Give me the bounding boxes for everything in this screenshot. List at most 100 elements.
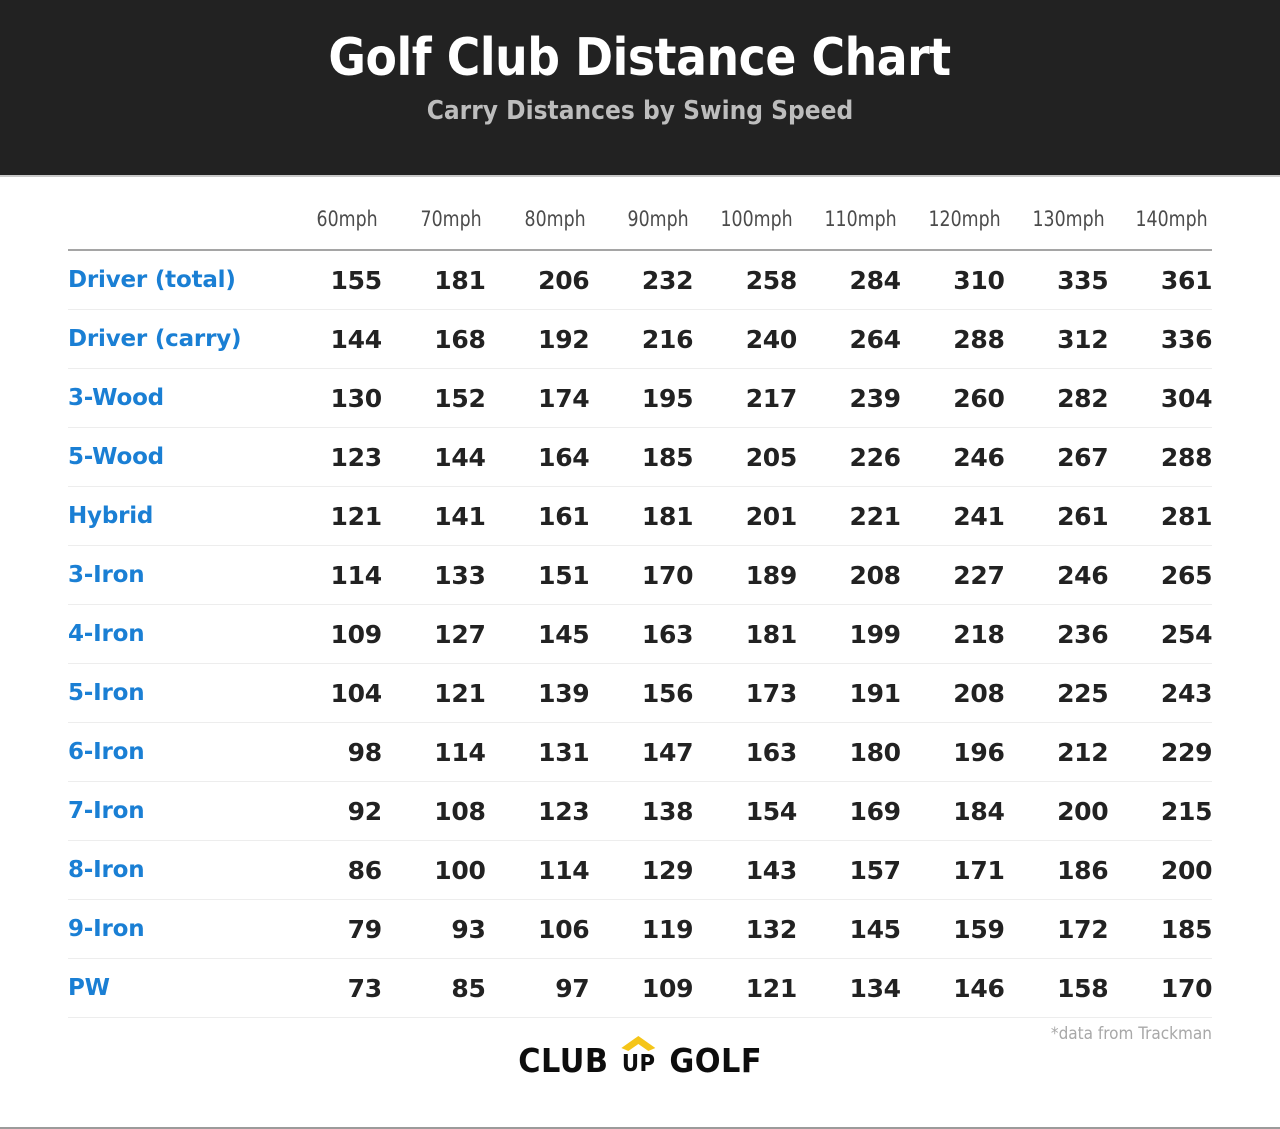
column-header-speed: 110mph [801,177,897,251]
distance-value-cell: 205 [693,427,797,487]
distance-value-cell: 264 [796,309,901,369]
distance-value-cell: 161 [485,486,590,546]
distance-value-cell: 184 [900,781,1005,841]
distance-value-cell: 281 [1108,486,1212,546]
distance-value-cell: 212 [1004,722,1109,782]
distance-value-cell: 216 [589,309,693,369]
page-subtitle: Carry Distances by Swing Speed [426,96,854,127]
distance-value-cell: 199 [796,604,901,664]
club-name-cell: 8-Iron [68,840,278,900]
club-up-golf-logo[interactable]: CLUB UP GOLF [514,1036,765,1077]
data-source-note: *data from Trackman [1050,1024,1212,1044]
distance-value-cell: 163 [589,604,693,664]
page-title: Golf Club Distance Chart [328,28,952,88]
distance-value-cell: 241 [900,486,1005,546]
distance-value-cell: 218 [900,604,1005,664]
column-header-speed: 60mph [282,177,378,251]
chart-footer: *data from Trackman CLUB UP GOLF [68,1018,1212,1113]
distance-value-cell: 106 [485,899,590,959]
distance-value-cell: 114 [278,545,382,605]
distance-value-cell: 236 [1004,604,1109,664]
distance-value-cell: 229 [1108,722,1212,782]
distance-value-cell: 195 [589,368,693,428]
distance-value-cell: 168 [381,309,486,369]
distance-value-cell: 123 [485,781,590,841]
table-header-row: 60mph 70mph 80mph 90mph 100mph 110mph 120mph 13… [68,177,1212,251]
distance-value-cell: 119 [589,899,693,959]
column-header-speed: 120mph [904,177,1001,251]
table-row: 5-Wood 123 144 164 185 205 226 246 267 288 [68,427,1212,487]
club-name-cell: 3-Wood [68,368,278,428]
club-name-cell: Driver (total) [68,250,278,310]
logo-word-golf: GOLF [668,1041,762,1080]
distance-value-cell: 109 [278,604,382,664]
distance-value-cell: 217 [693,368,797,428]
club-name-cell: 4-Iron [68,604,278,664]
distance-value-cell: 240 [693,309,797,369]
column-header-speed: 130mph [1008,177,1105,251]
distance-value-cell: 132 [693,899,797,959]
table-row: 3-Wood 130 152 174 195 217 239 260 282 304 [68,368,1212,428]
distance-value-cell: 201 [693,486,797,546]
distance-value-cell: 134 [796,958,901,1018]
table-row: 3-Iron 114 133 151 170 189 208 227 246 265 [68,545,1212,605]
distance-value-cell: 108 [381,781,486,841]
distance-value-cell: 361 [1108,250,1212,310]
distance-value-cell: 181 [589,486,693,546]
club-name-cell: 6-Iron [68,722,278,782]
distance-value-cell: 93 [381,899,486,959]
distance-value-cell: 147 [589,722,693,782]
distance-value-cell: 79 [278,899,382,959]
distance-value-cell: 254 [1108,604,1212,664]
distance-value-cell: 174 [485,368,590,428]
chevron-up-icon [621,1036,656,1051]
distance-value-cell: 121 [278,486,382,546]
distance-value-cell: 310 [900,250,1005,310]
distance-value-cell: 121 [693,958,797,1018]
distance-value-cell: 186 [1004,840,1109,900]
distance-value-cell: 151 [485,545,590,605]
chart-header-band: Golf Club Distance Chart Carry Distances… [0,0,1280,177]
distance-value-cell: 146 [900,958,1005,1018]
distance-value-cell: 152 [381,368,486,428]
distance-value-cell: 260 [900,368,1005,428]
column-header-club [76,177,270,251]
distance-value-cell: 133 [381,545,486,605]
distance-value-cell: 181 [693,604,797,664]
distance-value-cell: 130 [278,368,382,428]
distance-value-cell: 173 [693,663,797,723]
distance-value-cell: 143 [693,840,797,900]
distance-value-cell: 288 [900,309,1005,369]
table-header-row-group: 60mph 70mph 80mph 90mph 100mph 110mph 120mph 13… [68,177,1212,251]
distance-value-cell: 215 [1108,781,1212,841]
distance-value-cell: 258 [693,250,797,310]
distance-value-cell: 156 [589,663,693,723]
column-header-speed: 90mph [593,177,690,251]
distance-value-cell: 246 [1004,545,1109,605]
distance-value-cell: 336 [1108,309,1212,369]
distance-value-cell: 191 [796,663,901,723]
distance-value-cell: 144 [381,427,486,487]
distance-value-cell: 225 [1004,663,1109,723]
table-row: 8-Iron 86 100 114 129 143 157 171 186 200 [68,840,1212,900]
table-body: Driver (total) 155 181 206 232 258 284 310 335 36… [68,250,1212,1018]
table-row: PW 73 85 97 109 121 134 146 158 170 [68,958,1212,1018]
distance-value-cell: 85 [381,958,486,1018]
distance-value-cell: 226 [796,427,901,487]
table-row: 4-Iron 109 127 145 163 181 199 218 236 254 [68,604,1212,664]
distance-value-cell: 73 [278,958,382,1018]
distance-value-cell: 159 [900,899,1005,959]
distance-value-cell: 185 [589,427,693,487]
distance-value-cell: 144 [278,309,382,369]
column-header-speed: 70mph [385,177,482,251]
distance-value-cell: 145 [796,899,901,959]
club-name-cell: PW [68,958,278,1018]
distance-value-cell: 172 [1004,899,1109,959]
distance-value-cell: 163 [693,722,797,782]
distance-value-cell: 181 [381,250,486,310]
distance-value-cell: 155 [278,250,382,310]
distance-table-wrapper: 60mph 70mph 80mph 90mph 100mph 110mph 120mph 13… [0,177,1280,1018]
distance-value-cell: 261 [1004,486,1109,546]
distance-value-cell: 267 [1004,427,1109,487]
table-row: Driver (carry) 144 168 192 216 240 264 288 312 33… [68,309,1212,369]
